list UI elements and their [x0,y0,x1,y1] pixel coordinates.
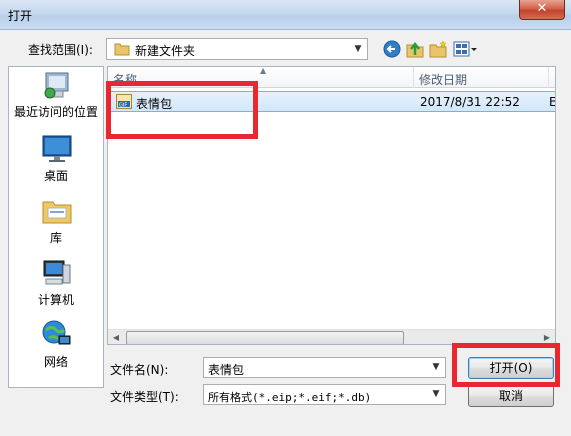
title-bar: 打开 ✕ [0,0,571,30]
file-extra: E [549,95,556,109]
view-menu-icon[interactable] [452,39,478,59]
scrollbar-thumb[interactable] [126,331,404,344]
sort-ascending-icon: ▲ [260,66,267,75]
place-network[interactable]: 网络 [9,319,103,377]
column-header-date[interactable]: 修改日期 [419,71,467,88]
place-libraries[interactable]: 库 [9,195,103,253]
place-recent[interactable]: 最近访问的位置 [9,69,103,127]
folder-icon [114,43,130,56]
file-name-input[interactable]: 表情包 ▼ [203,357,446,378]
network-icon [42,320,71,345]
scroll-left-icon[interactable]: ◀ [108,330,124,344]
highlight-box-open-button [452,343,560,387]
recent-places-icon [44,72,69,99]
places-bar: 最近访问的位置 桌面 库 计算机 网络 [8,66,104,388]
chevron-down-icon[interactable]: ▼ [427,358,445,377]
file-type-select[interactable]: 所有格式(*.eip;*.eif;*.db) ▼ [203,384,446,405]
chevron-down-icon[interactable]: ▼ [349,39,367,59]
up-folder-icon[interactable] [405,39,425,59]
new-folder-icon[interactable] [428,39,448,59]
file-name-value: 表情包 [208,363,245,377]
look-in-label: 查找范围(I): [28,43,93,57]
look-in-value: 新建文件夹 [135,44,196,58]
window-title: 打开 [8,9,33,23]
file-type-value: 所有格式(*.eip;*.eif;*.db) [208,391,372,404]
place-label: 最近访问的位置 [13,105,98,119]
look-in-combo[interactable]: 新建文件夹 ▼ [106,38,368,60]
file-type-label: 文件类型(T): [110,390,179,404]
place-desktop[interactable]: 桌面 [9,133,103,191]
libraries-icon [42,201,72,224]
place-label: 库 [49,231,62,245]
place-computer[interactable]: 计算机 [9,257,103,315]
highlight-box-file [106,81,258,139]
chevron-down-icon[interactable]: ▼ [427,385,445,404]
back-icon[interactable] [382,39,402,59]
column-header-extra[interactable]: E [554,71,555,85]
desktop-icon [42,135,72,162]
place-label: 计算机 [37,293,74,307]
file-modified: 2017/8/31 22:52 [420,95,520,109]
place-label: 桌面 [43,169,68,183]
column-divider[interactable] [548,67,549,88]
close-button[interactable]: ✕ [519,0,565,20]
place-label: 网络 [43,355,68,369]
computer-icon [43,260,71,285]
cancel-button[interactable]: 取消 [468,385,554,407]
close-icon: ✕ [536,1,548,16]
file-name-label: 文件名(N): [110,363,169,377]
column-divider[interactable] [413,67,414,88]
